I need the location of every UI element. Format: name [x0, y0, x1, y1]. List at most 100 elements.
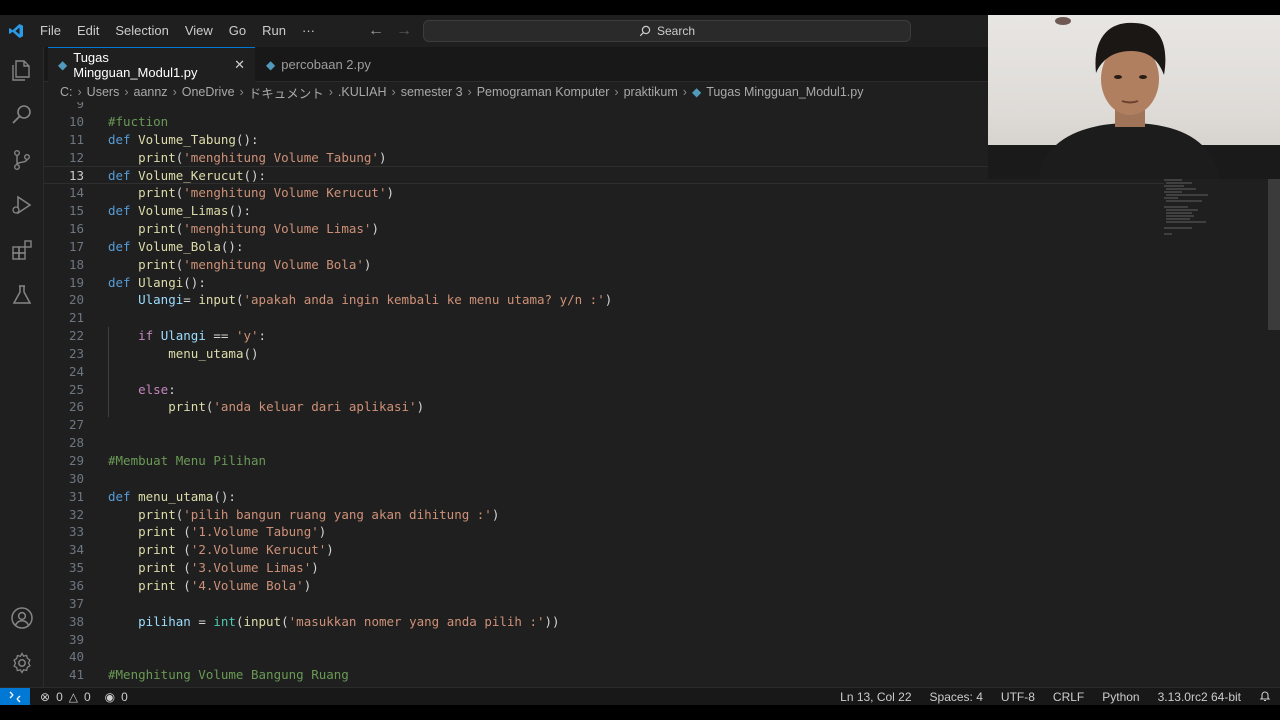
menu-go[interactable]: Go	[221, 15, 254, 47]
code-line[interactable]: 36 print ('4.Volume Bola')	[44, 577, 1164, 595]
minimap[interactable]	[1162, 178, 1226, 242]
breadcrumb-item[interactable]: Pemograman Komputer	[477, 85, 610, 99]
code-line[interactable]: 41 #Menghitung Volume Bangung Ruang	[44, 666, 1164, 684]
code-line[interactable]: 29 #Membuat Menu Pilihan	[44, 452, 1164, 470]
error-icon: ⊗	[40, 689, 51, 704]
code-token: (	[175, 524, 191, 540]
code-line[interactable]: 15 def Volume_Limas():	[44, 202, 1164, 220]
code-line[interactable]: 39	[44, 631, 1164, 649]
breadcrumb-item[interactable]: Tugas Mingguan_Modul1.py	[706, 85, 863, 99]
code-line[interactable]: 23 menu_utama()	[44, 345, 1164, 363]
code-line[interactable]: 31 def menu_utama():	[44, 488, 1164, 506]
chevron-right-icon: ›	[77, 85, 82, 99]
menu-run[interactable]: Run	[254, 15, 294, 47]
line-number: 14	[68, 185, 84, 201]
code-line[interactable]: 35 print ('3.Volume Limas')	[44, 559, 1164, 577]
line-number: 35	[68, 560, 84, 576]
arrow-left-icon[interactable]: ←	[368, 22, 384, 40]
tab-percobaan-2[interactable]: ◆ percobaan 2.py	[256, 47, 392, 82]
remote-indicator-icon[interactable]	[0, 687, 30, 706]
code-line[interactable]: 26 print('anda keluar dari aplikasi')	[44, 398, 1164, 416]
code-token: )	[371, 220, 379, 236]
menu-file[interactable]: File	[32, 15, 69, 47]
breadcrumb-item[interactable]: semester 3	[401, 85, 463, 99]
code-token: print	[138, 149, 176, 165]
breadcrumb-item[interactable]: Users	[87, 85, 120, 99]
line-number: 41	[68, 667, 84, 683]
vertical-scrollbar[interactable]	[1268, 162, 1280, 330]
arrow-right-icon[interactable]: →	[396, 22, 412, 40]
command-search-input[interactable]: Search	[423, 20, 911, 42]
breadcrumb-item[interactable]: .KULIAH	[338, 85, 387, 99]
code-line[interactable]: 40	[44, 648, 1164, 666]
code-line[interactable]: 34 print ('2.Volume Kerucut')	[44, 541, 1164, 559]
menu-more[interactable]: ···	[294, 15, 323, 47]
code-line[interactable]: 27	[44, 416, 1164, 434]
menu-selection[interactable]: Selection	[107, 15, 176, 47]
code-line[interactable]: 33 print ('1.Volume Tabung')	[44, 523, 1164, 541]
breadcrumb-item[interactable]: OneDrive	[182, 85, 235, 99]
menu-view[interactable]: View	[177, 15, 221, 47]
indentation[interactable]: Spaces: 4	[921, 690, 992, 704]
problems-indicator[interactable]: ⊗ 0 △ 0	[40, 690, 91, 704]
ports-indicator[interactable]: ◉ 0	[105, 690, 128, 704]
tab-tugas-mingguan[interactable]: ◆ Tugas Mingguan_Modul1.py ✕	[48, 47, 255, 82]
menu-edit[interactable]: Edit	[69, 15, 107, 47]
code-token: 'anda keluar dari aplikasi'	[213, 399, 417, 415]
code-line[interactable]: 30	[44, 470, 1164, 488]
code-text: print ('2.Volume Kerucut')	[108, 541, 334, 559]
navigation-arrows: ← →	[368, 15, 412, 47]
code-token: =	[183, 292, 199, 308]
code-token: if	[138, 328, 154, 344]
code-line[interactable]: 25 else:	[44, 381, 1164, 399]
code-line[interactable]: 24	[44, 363, 1164, 381]
code-line[interactable]: 14 print('menghitung Volume Kerucut')	[44, 184, 1164, 202]
code-line[interactable]: 21	[44, 309, 1164, 327]
code-token: else	[138, 381, 169, 397]
code-line[interactable]: 18 print('menghitung Volume Bola')	[44, 256, 1164, 274]
code-token: int	[213, 613, 236, 629]
encoding[interactable]: UTF-8	[992, 690, 1044, 704]
breadcrumb-item[interactable]: C:	[60, 85, 73, 99]
breadcrumb-item[interactable]: praktikum	[624, 85, 678, 99]
language-mode[interactable]: Python	[1093, 690, 1148, 704]
explorer-icon[interactable]	[8, 56, 36, 84]
code-line[interactable]: 28	[44, 434, 1164, 452]
code-line[interactable]: 22 if Ulangi == 'y':	[44, 327, 1164, 345]
code-token: (	[175, 542, 191, 558]
code-line[interactable]: 20 Ulangi= input('apakah anda ingin kemb…	[44, 291, 1164, 309]
bell-icon[interactable]	[1250, 690, 1280, 705]
end-of-line[interactable]: CRLF	[1044, 690, 1093, 704]
source-control-icon[interactable]	[8, 146, 36, 174]
line-number: 23	[68, 345, 84, 361]
code-line[interactable]: 38 pilihan = int(input('masukkan nomer y…	[44, 613, 1164, 631]
run-debug-icon[interactable]	[8, 191, 36, 219]
line-number: 21	[68, 310, 84, 326]
code-token: )	[318, 524, 327, 540]
code-token: )	[311, 560, 319, 576]
code-line[interactable]: 37	[44, 595, 1164, 613]
code-token: 'menghitung Volume Bola'	[183, 256, 364, 272]
close-icon[interactable]: ✕	[234, 57, 245, 73]
code-token: )	[491, 506, 500, 522]
code-token: ():	[228, 203, 251, 219]
search-view-icon[interactable]	[8, 101, 36, 129]
breadcrumb-item[interactable]: ドキュメント	[249, 83, 324, 102]
extensions-icon[interactable]	[8, 236, 36, 264]
testing-flask-icon[interactable]	[8, 281, 36, 309]
python-interpreter[interactable]: 3.13.0rc2 64-bit	[1149, 690, 1250, 704]
account-icon[interactable]	[8, 604, 36, 632]
code-line[interactable]: 32 print('pilih bangun ruang yang akan d…	[44, 506, 1164, 524]
breadcrumb-item[interactable]: aannz	[134, 85, 168, 99]
code-token: def	[108, 168, 131, 184]
code-editor[interactable]: 9 10 #fuction 11 def Volume_Tabung(): 12 prin…	[44, 102, 1280, 687]
settings-gear-icon[interactable]	[8, 649, 36, 677]
code-token: menu_utama	[168, 345, 244, 361]
editor-tab-bar: ◆ Tugas Mingguan_Modul1.py ✕ ◆ percobaan…	[44, 47, 988, 82]
code-line[interactable]: 19 def Ulangi():	[44, 274, 1164, 292]
code-line[interactable]: 16 print('menghitung Volume Limas')	[44, 220, 1164, 238]
code-line[interactable]: 17 def Volume_Bola():	[44, 238, 1164, 256]
cursor-position[interactable]: Ln 13, Col 22	[831, 690, 920, 704]
